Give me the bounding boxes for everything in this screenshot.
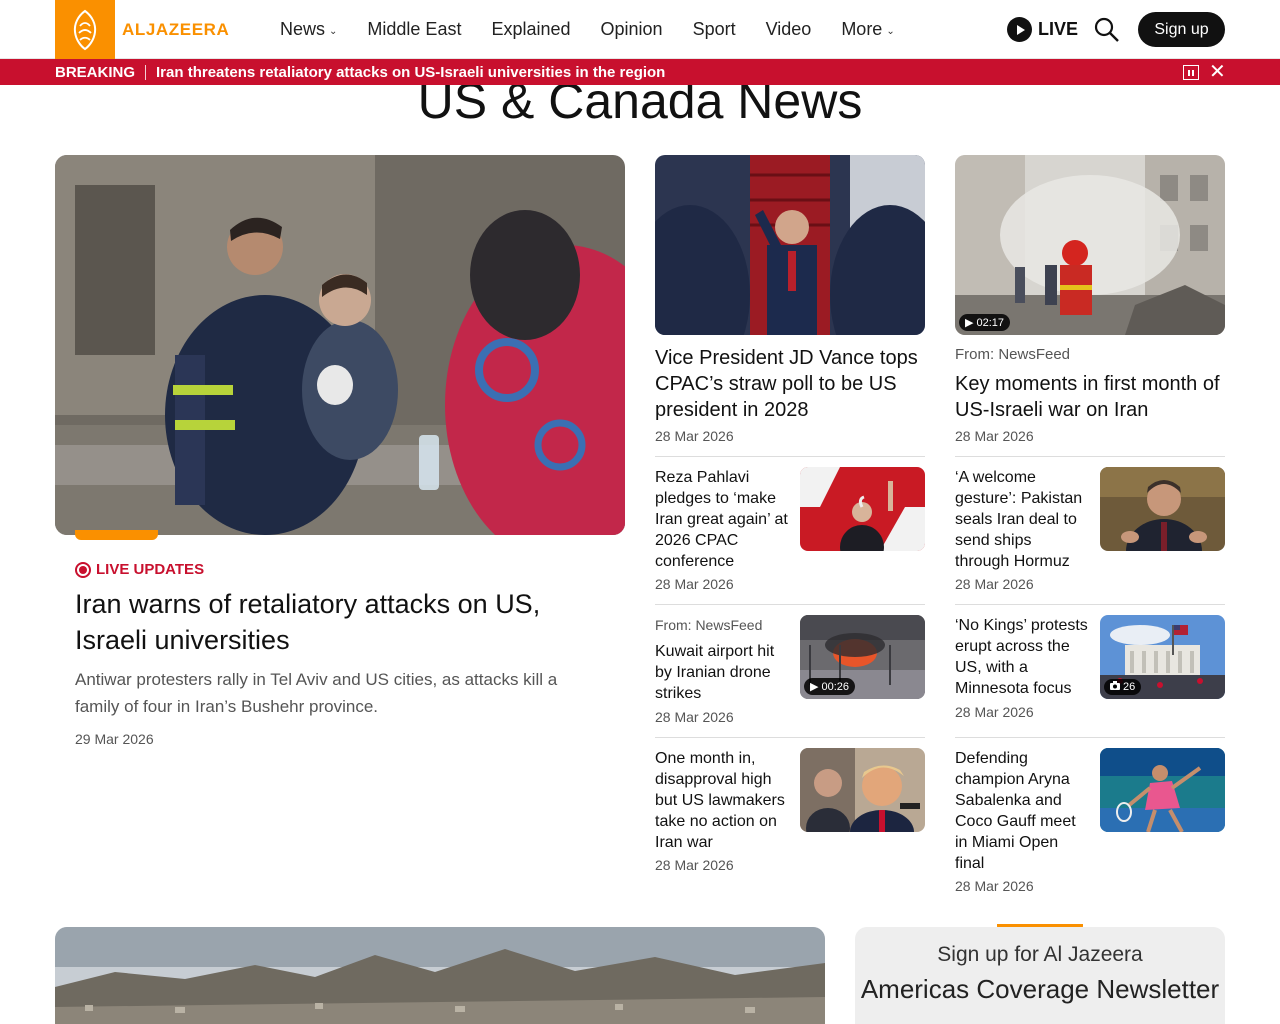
video-duration-badge: ▶ 00:26 bbox=[804, 678, 855, 695]
featured-headline-link[interactable]: Key moments in first month of US-Israeli… bbox=[955, 371, 1225, 423]
nav-label: News bbox=[280, 19, 326, 39]
hero-image[interactable] bbox=[55, 155, 625, 535]
divider bbox=[955, 737, 1225, 738]
newsletter-title: Americas Coverage Newsletter bbox=[860, 974, 1220, 1004]
article-date: 28 Mar 2026 bbox=[955, 878, 1034, 894]
divider bbox=[955, 604, 1225, 605]
article-headline-link[interactable]: Defending champion Aryna Sabalenka and C… bbox=[955, 748, 1090, 874]
aljazeera-emblem-icon bbox=[73, 9, 97, 50]
hero-accent-tab bbox=[75, 530, 158, 540]
article-date: 28 Mar 2026 bbox=[955, 576, 1034, 592]
live-button[interactable]: LIVE bbox=[1007, 17, 1078, 42]
hero-date: 29 Mar 2026 bbox=[75, 731, 154, 747]
video-duration-badge: ▶ 02:17 bbox=[959, 314, 1010, 331]
featured-image-vance[interactable] bbox=[655, 155, 925, 335]
nav-label: Video bbox=[765, 19, 812, 39]
play-icon bbox=[1007, 17, 1032, 42]
article-image-trump[interactable] bbox=[800, 748, 925, 832]
live-updates-label: LIVE UPDATES bbox=[96, 561, 205, 578]
chevron-down-icon: ⌄ bbox=[329, 25, 338, 37]
article-headline-link[interactable]: ‘No Kings’ protests erupt across the US,… bbox=[955, 615, 1090, 699]
article-date: 28 Mar 2026 bbox=[655, 576, 734, 592]
live-updates-tag: LIVE UPDATES bbox=[75, 561, 204, 578]
play-icon: ▶ bbox=[965, 317, 974, 329]
duration-label: 02:17 bbox=[976, 316, 1004, 329]
source-label: From: NewsFeed bbox=[655, 617, 763, 633]
article-image-sabalenka[interactable] bbox=[1100, 748, 1225, 832]
nav-item-video[interactable]: Video bbox=[766, 19, 812, 40]
article-date: 28 Mar 2026 bbox=[955, 428, 1034, 444]
breaking-headline-link[interactable]: Iran threatens retaliatory attacks on US… bbox=[156, 64, 665, 81]
article-image-pakistan[interactable] bbox=[1100, 467, 1225, 551]
article-date: 28 Mar 2026 bbox=[655, 709, 734, 725]
divider bbox=[655, 456, 925, 457]
featured-image-iran-war[interactable]: ▶ 02:17 bbox=[955, 155, 1225, 335]
article-image-no-kings[interactable]: 26 bbox=[1100, 615, 1225, 699]
hero-summary: Antiwar protesters rally in Tel Aviv and… bbox=[75, 670, 558, 716]
nav-label: Sport bbox=[692, 19, 736, 39]
divider bbox=[655, 737, 925, 738]
nav-label: More bbox=[841, 19, 883, 39]
brand-wordmark[interactable]: ALJAZEERA bbox=[122, 20, 229, 40]
breaking-divider bbox=[145, 64, 147, 80]
source-label: From: NewsFeed bbox=[955, 346, 1071, 363]
nav-label: Explained bbox=[491, 19, 571, 39]
main-nav: News ⌄ Middle East Explained Opinion Spor… bbox=[280, 0, 895, 59]
chevron-down-icon: ⌄ bbox=[886, 25, 895, 37]
nav-item-news[interactable]: News ⌄ bbox=[280, 19, 337, 40]
nav-item-explained[interactable]: Explained bbox=[491, 19, 570, 40]
nav-item-opinion[interactable]: Opinion bbox=[601, 19, 663, 40]
nav-item-middle-east[interactable]: Middle East bbox=[367, 19, 461, 40]
search-icon[interactable] bbox=[1093, 16, 1120, 43]
featured-headline-link[interactable]: Vice President JD Vance tops CPAC’s stra… bbox=[655, 345, 925, 423]
play-icon: ▶ bbox=[810, 681, 819, 693]
pause-icon[interactable] bbox=[1183, 65, 1199, 80]
breaking-news-bar: BREAKING Iran threatens retaliatory atta… bbox=[0, 59, 1280, 85]
camera-icon bbox=[1110, 681, 1120, 693]
article-headline-link[interactable]: ‘A welcome gesture’: Pakistan seals Iran… bbox=[955, 467, 1090, 572]
nav-label: Opinion bbox=[600, 19, 663, 39]
close-icon[interactable]: ✕ bbox=[1209, 62, 1226, 82]
newsletter-intro: Sign up for Al Jazeera bbox=[937, 943, 1143, 966]
nav-label: Middle East bbox=[367, 19, 462, 39]
sign-up-button[interactable]: Sign up bbox=[1138, 12, 1225, 47]
divider bbox=[955, 456, 1225, 457]
live-label: LIVE bbox=[1038, 19, 1079, 39]
article-headline-link[interactable]: Reza Pahlavi pledges to ‘make Iran great… bbox=[655, 467, 790, 572]
article-date: 28 Mar 2026 bbox=[655, 428, 734, 444]
article-date: 28 Mar 2026 bbox=[955, 704, 1034, 720]
story-image-landscape[interactable] bbox=[55, 927, 825, 1024]
site-header: ALJAZEERA News ⌄ Middle East Explained Op… bbox=[0, 0, 1280, 59]
article-date: 28 Mar 2026 bbox=[655, 857, 734, 873]
nav-item-more[interactable]: More ⌄ bbox=[841, 19, 894, 40]
photo-gallery-badge: 26 bbox=[1104, 679, 1142, 695]
aljazeera-logo[interactable] bbox=[55, 0, 115, 59]
article-headline-link[interactable]: One month in, disapproval high but US la… bbox=[655, 748, 790, 853]
article-image-kuwait-airport[interactable]: ▶ 00:26 bbox=[800, 615, 925, 699]
live-indicator-icon bbox=[75, 561, 91, 578]
photo-count-label: 26 bbox=[1123, 681, 1136, 693]
hero-headline-link[interactable]: Iran warns of retaliatory attacks on US,… bbox=[75, 586, 605, 658]
breaking-label: BREAKING bbox=[55, 63, 136, 81]
divider bbox=[655, 604, 925, 605]
article-headline-link[interactable]: Kuwait airport hit by Iranian drone stri… bbox=[655, 641, 790, 704]
nav-item-sport[interactable]: Sport bbox=[693, 19, 736, 40]
article-image-pahlavi[interactable] bbox=[800, 467, 925, 551]
duration-label: 00:26 bbox=[821, 680, 849, 693]
newsletter-signup-box: Sign up for Al Jazeera Americas Coverage… bbox=[855, 927, 1225, 1024]
